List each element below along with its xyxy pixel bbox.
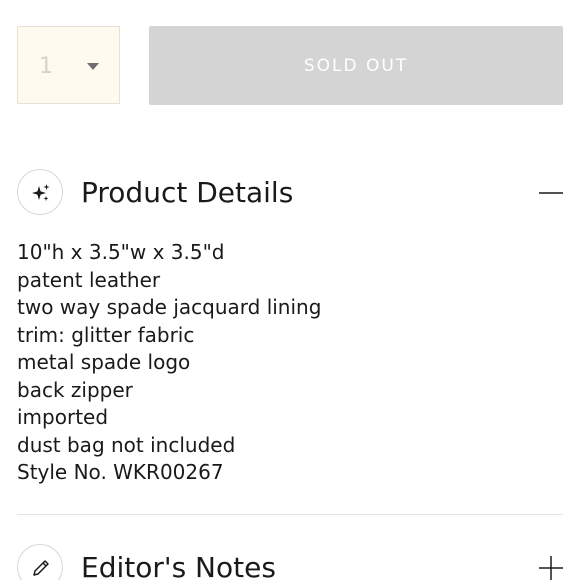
pencil-icon <box>17 544 63 580</box>
quantity-value: 1 <box>39 54 53 79</box>
section-divider <box>17 514 563 515</box>
minus-icon[interactable] <box>539 181 563 205</box>
chevron-down-icon <box>87 63 99 70</box>
list-item: patent leather <box>17 267 161 292</box>
list-item: imported <box>17 405 109 429</box>
list-item: metal spade logo <box>17 350 191 374</box>
product-details-title: Product Details <box>81 176 294 209</box>
sold-out-button[interactable]: SOLD OUT <box>149 26 563 105</box>
list-item: Style No. WKR00267 <box>17 460 224 484</box>
list-item: 10"h x 3.5"w x 3.5"d <box>17 240 225 264</box>
product-page: 1 SOLD OUT Product Details 10"h x 3.5"w … <box>0 0 579 580</box>
plus-icon[interactable] <box>539 556 563 580</box>
sparkle-icon <box>17 169 63 215</box>
editors-notes-header[interactable]: Editor's Notes <box>17 544 563 580</box>
quantity-select[interactable]: 1 <box>17 26 120 104</box>
list-item: trim: glitter fabric <box>17 322 195 347</box>
product-details-header[interactable]: Product Details <box>17 169 563 219</box>
list-item: back zipper <box>17 377 133 402</box>
editors-notes-title: Editor's Notes <box>81 551 276 580</box>
product-details-list: 10"h x 3.5"w x 3.5"d patent leather two … <box>17 239 321 487</box>
list-item: two way spade jacquard lining <box>17 295 322 319</box>
list-item: dust bag not included <box>17 432 236 457</box>
